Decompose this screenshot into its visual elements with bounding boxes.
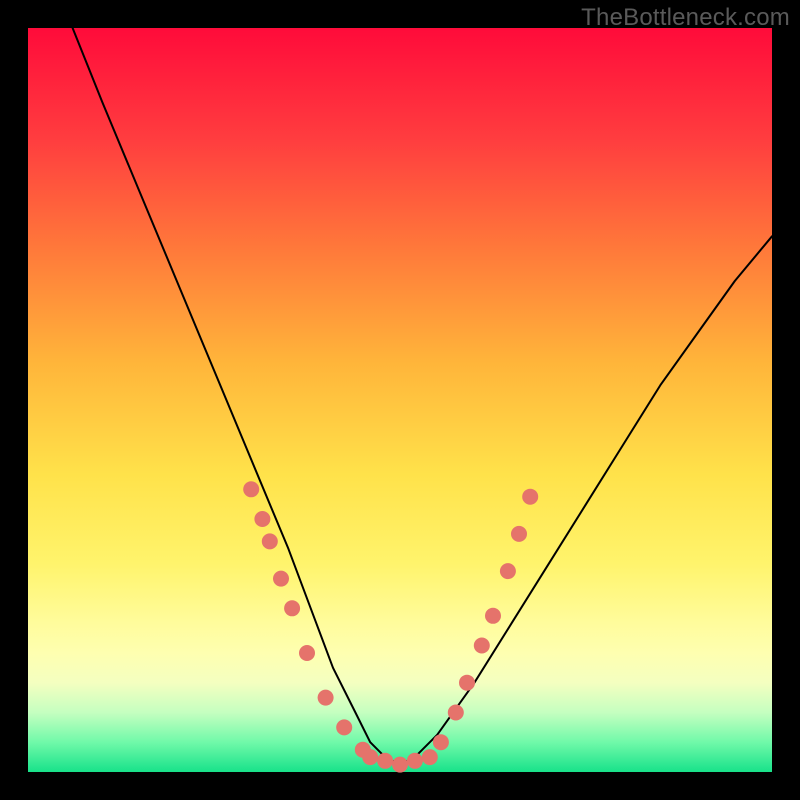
data-point [262,533,278,549]
bottleneck-curve-path [73,28,772,765]
data-point [459,675,475,691]
data-point [273,571,289,587]
data-point [422,749,438,765]
data-point [254,511,270,527]
data-point [500,563,516,579]
data-point [284,600,300,616]
data-point [299,645,315,661]
data-point [511,526,527,542]
data-point [336,719,352,735]
data-point [318,690,334,706]
data-point [392,757,408,773]
data-point [448,705,464,721]
data-point [474,638,490,654]
data-point [377,753,393,769]
data-point [243,481,259,497]
data-point [433,734,449,750]
curve-layer [73,28,772,765]
data-point [522,489,538,505]
dots-layer [243,481,538,772]
data-point [407,753,423,769]
plot-area [28,28,772,772]
chart-svg [28,28,772,772]
data-point [362,749,378,765]
outer-frame: TheBottleneck.com [0,0,800,800]
data-point [485,608,501,624]
watermark-text: TheBottleneck.com [581,4,790,32]
